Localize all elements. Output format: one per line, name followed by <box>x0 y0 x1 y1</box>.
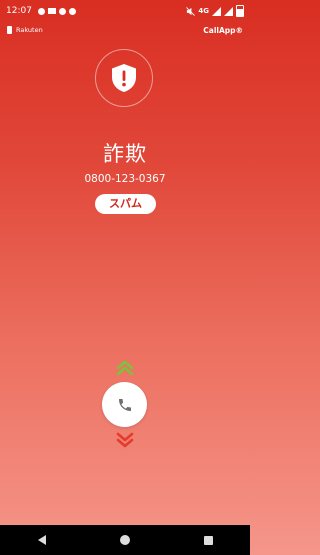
network-type: 4G <box>198 7 209 15</box>
caller-number: 0800-123-0367 <box>84 173 166 185</box>
recents-icon[interactable] <box>203 535 214 546</box>
status-time: 12:07 <box>6 6 32 16</box>
app-header: Rakuten CallApp® <box>0 23 250 37</box>
shield-alert-icon <box>112 64 136 92</box>
navigation-bar <box>0 525 250 555</box>
chevron-up-icon <box>116 360 134 376</box>
chevron-down-icon <box>116 432 134 448</box>
mute-icon <box>186 6 196 16</box>
spam-badge: スパム <box>95 194 156 214</box>
facebook-icon <box>68 7 76 15</box>
mail-icon <box>47 8 56 14</box>
signal-icon <box>212 6 221 16</box>
caller-name: 詐欺 <box>103 142 147 166</box>
signal-icon-2 <box>224 6 233 16</box>
status-bar: 12:07 4G <box>0 0 250 22</box>
shield-avatar <box>95 49 153 107</box>
message-icon <box>58 7 66 15</box>
carrier-name: Rakuten <box>16 26 43 34</box>
answer-slider-button[interactable] <box>102 382 147 427</box>
home-icon[interactable] <box>119 534 131 546</box>
battery-icon <box>236 5 244 17</box>
sim-icon <box>7 26 12 34</box>
phone-icon <box>118 398 131 411</box>
callapp-logo: CallApp® <box>203 25 243 35</box>
notification-app-icon <box>37 7 45 15</box>
carrier-info: Rakuten <box>7 26 43 34</box>
back-icon[interactable] <box>36 534 48 546</box>
